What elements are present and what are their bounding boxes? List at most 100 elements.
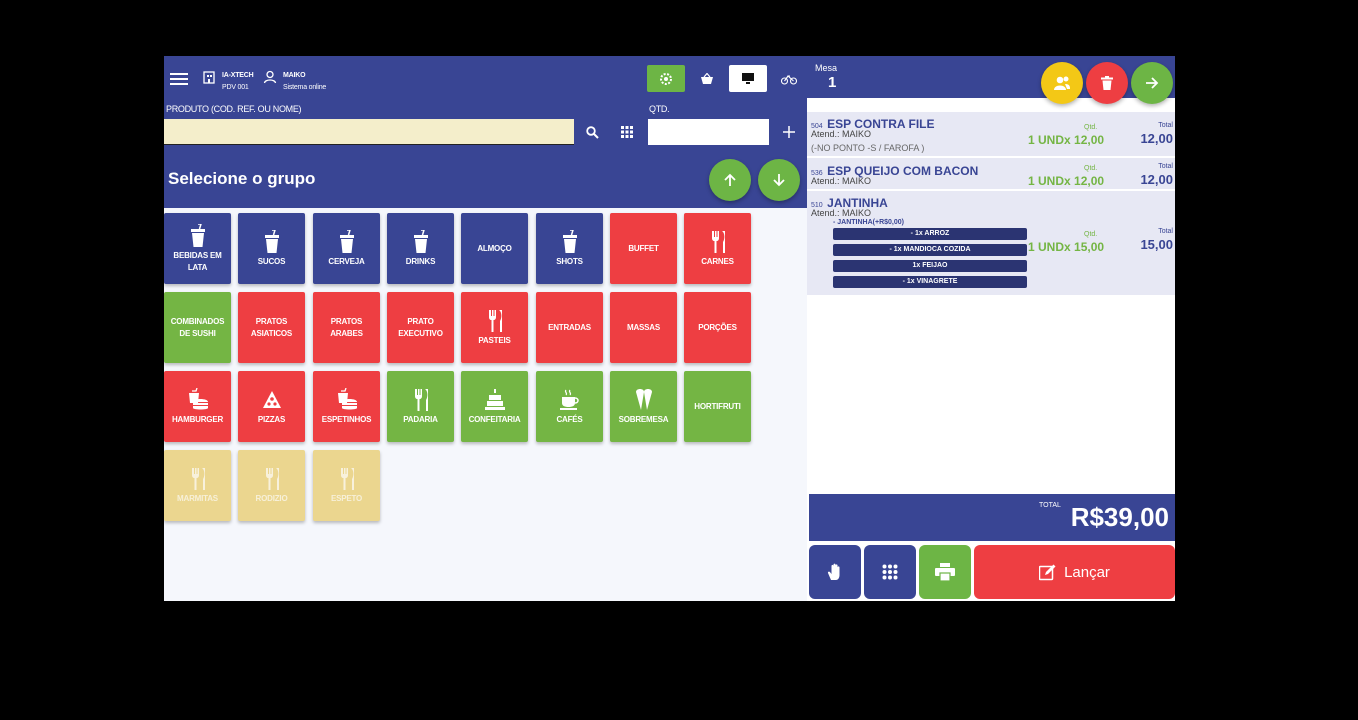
group-tile[interactable]: HAMBURGER — [164, 371, 231, 442]
table-number: 1 — [828, 74, 837, 91]
item-note: (-NO PONTO -S / FAROFA ) — [811, 143, 925, 153]
group-tile-label: SOBREMESA — [618, 414, 669, 424]
group-tile[interactable]: PASTEIS — [461, 292, 528, 363]
total-caption: Total — [1158, 163, 1173, 170]
group-tile-label: COMBINADOS DE SUSHI — [170, 316, 225, 338]
top-bar: IA-XTECH PDV 001 MAIKO Sistema online PR… — [164, 56, 807, 208]
qty-caption: Qtd. — [1084, 231, 1098, 238]
qty-input[interactable] — [648, 119, 769, 145]
group-tile[interactable]: PADARIA — [387, 371, 454, 442]
group-tile[interactable]: CONFEITARIA — [461, 371, 528, 442]
group-tile[interactable]: ESPETO — [313, 450, 380, 521]
group-tile[interactable]: SUCOS — [238, 213, 305, 284]
group-tile-label: DRINKS — [405, 256, 436, 266]
group-tile[interactable]: ESPETINHOS — [313, 371, 380, 442]
scroll-up-button[interactable] — [709, 159, 751, 201]
hand-button[interactable] — [809, 545, 861, 599]
tab-basket[interactable] — [688, 65, 726, 92]
add-button[interactable] — [774, 119, 804, 145]
delete-button[interactable] — [1086, 62, 1128, 104]
drink-cup-icon — [562, 229, 577, 253]
plus-icon — [783, 126, 795, 138]
sub-item: - 1x VINAGRETE — [833, 276, 1027, 288]
group-tile[interactable]: COMBINADOS DE SUSHI — [164, 292, 231, 363]
total-label: TOTAL — [1039, 502, 1061, 509]
group-tile[interactable]: PRATO EXECUTIVO — [387, 292, 454, 363]
group-tile[interactable]: SHOTS — [536, 213, 603, 284]
group-tile[interactable]: ALMOÇO — [461, 213, 528, 284]
tab-delivery[interactable] — [770, 65, 808, 92]
print-button[interactable] — [919, 545, 971, 599]
search-button[interactable] — [577, 119, 607, 145]
user-icon — [263, 70, 277, 84]
group-tile-label: PIZZAS — [257, 414, 286, 424]
group-tile-label: MASSAS — [626, 322, 661, 332]
qty-label: QTD. — [649, 104, 670, 114]
drink-cup-icon — [190, 223, 205, 247]
group-tile-label: PRATO EXECUTIVO — [398, 316, 443, 338]
launch-label: Lançar — [1064, 563, 1110, 581]
group-tile-label: MARMITAS — [177, 493, 218, 503]
item-note: - JANTINHA(+R$0,00) — [833, 219, 904, 226]
group-tile-label: BUFFET — [628, 243, 659, 253]
fastfood-icon — [188, 387, 208, 409]
next-button[interactable] — [1131, 62, 1173, 104]
item-total: 15,00 — [1140, 237, 1173, 252]
trash-icon — [1101, 76, 1113, 90]
group-tile-label: PADARIA — [403, 414, 438, 424]
coffee-icon — [559, 389, 579, 410]
group-tile[interactable]: PIZZAS — [238, 371, 305, 442]
group-tile[interactable]: BUFFET — [610, 213, 677, 284]
numpad-button[interactable] — [864, 545, 916, 599]
group-tile[interactable]: CAFÉS — [536, 371, 603, 442]
scroll-down-button[interactable] — [758, 159, 800, 201]
tab-monitor[interactable] — [729, 65, 767, 92]
cutlery-icon — [711, 230, 725, 253]
hamburger-menu-button[interactable] — [170, 70, 188, 86]
group-tile[interactable]: ENTRADAS — [536, 292, 603, 363]
keypad-button[interactable] — [612, 119, 642, 145]
arrow-down-icon — [773, 174, 785, 187]
product-label: PRODUTO (COD. REF. OU NOME) — [166, 104, 302, 114]
company-info: IA-XTECH PDV 001 — [202, 70, 254, 94]
item-total: 12,00 — [1140, 131, 1173, 146]
bicycle-icon — [781, 74, 797, 85]
group-tile[interactable]: PRATOS ARABES — [313, 292, 380, 363]
search-icon — [585, 125, 599, 139]
monitor-icon — [742, 73, 754, 84]
item-attendant: Atend.: MAIKO — [811, 176, 872, 186]
item-total: 12,00 — [1140, 172, 1173, 187]
product-search-input[interactable] — [164, 119, 574, 145]
item-qty: 1 UNDx 15,00 — [1028, 240, 1105, 254]
group-tile[interactable]: CERVEJA — [313, 213, 380, 284]
order-item[interactable]: 504 ESP CONTRA FILE Atend.: MAIKO (-NO P… — [807, 112, 1175, 158]
tab-restaurant[interactable] — [647, 65, 685, 92]
group-tile-label: PRATOS ARABES — [330, 316, 363, 338]
basket-icon — [701, 72, 713, 84]
group-tile[interactable]: HORTIFRUTI — [684, 371, 751, 442]
group-tile-label: BEBIDAS EM LATA — [173, 250, 222, 272]
group-tile[interactable]: PRATOS ASIATICOS — [238, 292, 305, 363]
total-bar: TOTAL R$39,00 — [809, 494, 1175, 541]
sub-item: - 1x ARROZ — [833, 228, 1027, 240]
drink-cup-icon — [264, 229, 279, 253]
item-attendant: Atend.: MAIKO — [811, 129, 872, 139]
edit-note-icon — [1039, 564, 1056, 580]
launch-button[interactable]: Lançar — [974, 545, 1175, 599]
keypad-icon — [621, 126, 633, 138]
group-tile[interactable]: MASSAS — [610, 292, 677, 363]
group-tile-label: RODIZIO — [255, 493, 288, 503]
order-item[interactable]: 536 ESP QUEIJO COM BACON Atend.: MAIKO Q… — [807, 158, 1175, 191]
pizza-icon — [262, 390, 281, 408]
group-tile[interactable]: MARMITAS — [164, 450, 231, 521]
order-item[interactable]: 510 JANTINHA Atend.: MAIKO - JANTINHA(+R… — [807, 191, 1175, 297]
group-tile[interactable]: CARNES — [684, 213, 751, 284]
group-tile[interactable]: DRINKS — [387, 213, 454, 284]
group-tile[interactable]: BEBIDAS EM LATA — [164, 213, 231, 284]
group-tile[interactable]: PORÇÕES — [684, 292, 751, 363]
group-tile[interactable]: RODIZIO — [238, 450, 305, 521]
group-tile[interactable]: SOBREMESA — [610, 371, 677, 442]
drink-cup-icon — [413, 229, 428, 253]
system-status: Sistema online — [283, 84, 327, 91]
customers-button[interactable] — [1041, 62, 1083, 104]
